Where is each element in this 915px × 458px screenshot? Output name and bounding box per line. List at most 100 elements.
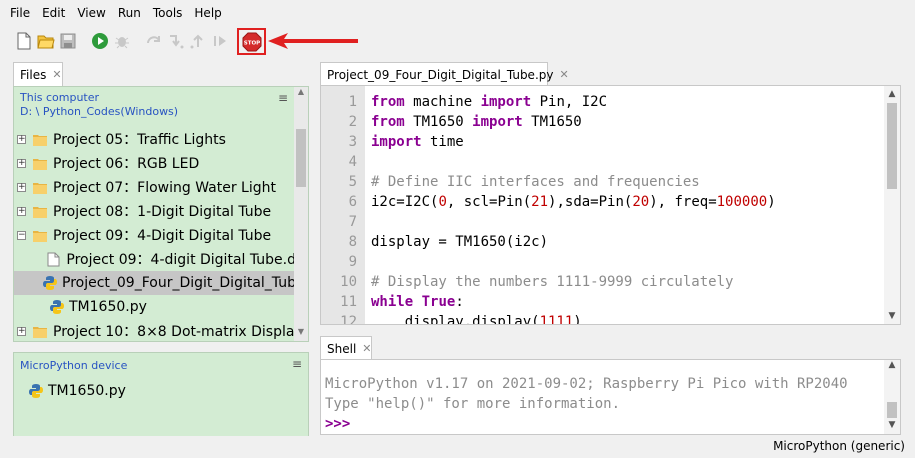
panel-menu-icon[interactable]: ≡ <box>278 91 288 105</box>
folder-item[interactable]: − Project 09：4-Digit Digital Tube <box>14 223 296 247</box>
close-icon[interactable]: ✕ <box>52 68 61 81</box>
expand-toggle-icon[interactable]: + <box>17 206 26 216</box>
code-line[interactable]: # Define IIC interfaces and frequencies <box>371 172 700 192</box>
files-panel: This computer D: \ Python_Codes(Windows)… <box>13 86 309 342</box>
shell-scrollbar-thumb[interactable] <box>887 402 897 418</box>
expand-toggle-icon[interactable]: + <box>17 158 26 168</box>
shell-scrollbar[interactable]: ▲ ▼ <box>884 360 900 434</box>
tree-item-label: TM1650.py <box>69 299 147 315</box>
editor-scrollbar-thumb[interactable] <box>887 103 897 189</box>
current-path[interactable]: D: \ Python_Codes(Windows) <box>20 105 178 119</box>
python-file-icon <box>29 384 43 398</box>
step-over-icon[interactable] <box>145 32 163 50</box>
menu-tools[interactable]: Tools <box>147 6 189 20</box>
tree-item-label: Project 07：Flowing Water Light <box>53 180 276 196</box>
shell-banner: MicroPython v1.17 on 2021-09-02; Raspber… <box>325 376 848 392</box>
tree-item-label: Project_09_Four_Digit_Digital_Tub <box>62 275 296 291</box>
open-file-icon[interactable] <box>37 32 55 50</box>
shell-help-text: Type "help()" for more information. <box>325 396 621 412</box>
folder-item[interactable]: + Project 08：1-Digit Digital Tube <box>14 199 296 223</box>
menu-run[interactable]: Run <box>112 6 147 20</box>
line-number: 7 <box>348 214 357 230</box>
shell-console[interactable]: MicroPython v1.17 on 2021-09-02; Raspber… <box>320 359 901 435</box>
menu-view[interactable]: View <box>71 6 111 20</box>
folder-item[interactable]: + Project 06：RGB LED <box>14 151 296 175</box>
expand-toggle-icon[interactable]: + <box>17 134 26 144</box>
line-number: 9 <box>348 254 357 270</box>
tab-files[interactable]: Files ✕ <box>13 62 63 86</box>
code-line[interactable]: while True: <box>371 292 464 312</box>
red-arrow-annotation <box>268 33 358 49</box>
file-item[interactable]: TM1650.py <box>14 295 296 319</box>
line-number: 5 <box>348 174 357 190</box>
code-line[interactable]: i2c=I2C(0, scl=Pin(21),sda=Pin(20), freq… <box>371 192 776 212</box>
stop-label: STOP <box>244 41 260 47</box>
folder-icon <box>33 230 47 242</box>
line-number: 12 <box>340 314 357 325</box>
expand-toggle-icon[interactable]: + <box>17 182 26 192</box>
save-icon[interactable] <box>59 32 77 50</box>
tree-item-label: Project 08：1-Digit Digital Tube <box>53 204 272 220</box>
scroll-down-icon[interactable]: ▼ <box>884 308 900 324</box>
code-line[interactable]: display.display(1111) <box>371 312 582 324</box>
code-line[interactable]: import time <box>371 132 464 152</box>
menu-help[interactable]: Help <box>188 6 227 20</box>
scroll-up-icon[interactable]: ▲ <box>884 360 900 374</box>
tab-shell[interactable]: Shell ✕ <box>320 336 372 360</box>
file-item[interactable]: Project 09：4-digit Digital Tube.d <box>14 247 296 271</box>
tree-item-label: Project 09：4-digit Digital Tube.d <box>66 252 296 268</box>
tab-editor-file[interactable]: Project_09_Four_Digit_Digital_Tube.py ✕ <box>320 62 569 86</box>
file-item[interactable]: Project_09_Four_Digit_Digital_Tub <box>14 271 296 295</box>
python-file-icon <box>50 300 64 314</box>
menu-file[interactable]: File <box>4 6 36 20</box>
code-line[interactable]: from machine import Pin, I2C <box>371 92 607 112</box>
device-panel: MicroPython device ≡ TM1650.py <box>13 352 309 441</box>
this-computer-label: This computer <box>20 91 100 104</box>
device-file-label: TM1650.py <box>48 383 126 399</box>
files-scrollbar[interactable]: ▲ ▼ <box>294 87 308 341</box>
device-menu-icon[interactable]: ≡ <box>292 357 302 371</box>
close-icon[interactable]: ✕ <box>362 342 371 355</box>
step-into-icon[interactable] <box>167 32 185 50</box>
expand-toggle-icon[interactable]: − <box>17 230 26 240</box>
device-file-item[interactable]: TM1650.py <box>28 379 288 403</box>
interpreter-selector[interactable]: MicroPython (generic) <box>773 439 905 453</box>
scroll-down-icon[interactable]: ▼ <box>884 420 900 434</box>
tree-item-label: Project 10：8×8 Dot-matrix Display <box>53 324 296 340</box>
step-out-icon[interactable] <box>189 32 207 50</box>
code-line[interactable]: display = TM1650(i2c) <box>371 232 548 252</box>
folder-icon <box>33 182 47 194</box>
folder-item[interactable]: + Project 05：Traffic Lights <box>14 127 296 151</box>
line-number: 10 <box>340 274 357 290</box>
shell-tab-label: Shell <box>327 341 357 356</box>
code-editor[interactable]: 1 from machine import Pin, I2C 2 from TM165… <box>320 85 901 325</box>
code-line[interactable]: from TM1650 import TM1650 <box>371 112 582 132</box>
close-icon[interactable]: ✕ <box>559 68 568 81</box>
scroll-down-icon[interactable]: ▼ <box>294 327 308 341</box>
tree-item-label: Project 05：Traffic Lights <box>53 132 226 148</box>
shell-prompt[interactable]: >>> <box>325 414 350 434</box>
this-computer-header: This computer D: \ Python_Codes(Windows) <box>20 91 178 119</box>
resume-icon[interactable] <box>211 32 229 50</box>
code-line[interactable]: # Display the numbers 1111-9999 circulat… <box>371 272 733 292</box>
scroll-up-icon[interactable]: ▲ <box>884 86 900 102</box>
editor-scrollbar[interactable]: ▲ ▼ <box>884 86 900 324</box>
expand-toggle-icon[interactable]: + <box>17 326 26 336</box>
document-icon <box>47 252 60 266</box>
files-scrollbar-thumb[interactable] <box>296 129 306 187</box>
stop-button[interactable]: STOP <box>242 32 262 52</box>
line-number: 1 <box>348 94 357 110</box>
folder-icon <box>33 206 47 218</box>
menu-edit[interactable]: Edit <box>36 6 71 20</box>
line-number: 3 <box>348 134 357 150</box>
folder-item[interactable]: + Project 07：Flowing Water Light <box>14 175 296 199</box>
folder-icon <box>33 134 47 146</box>
folder-icon <box>33 326 47 338</box>
run-icon[interactable] <box>91 32 109 50</box>
scroll-up-icon[interactable]: ▲ <box>294 87 308 101</box>
tree-item-label: Project 06：RGB LED <box>53 156 200 172</box>
debug-icon[interactable] <box>113 32 131 50</box>
tab-files-label: Files <box>20 67 47 82</box>
folder-item[interactable]: + Project 10：8×8 Dot-matrix Display <box>14 319 296 343</box>
new-file-icon[interactable] <box>15 32 33 50</box>
